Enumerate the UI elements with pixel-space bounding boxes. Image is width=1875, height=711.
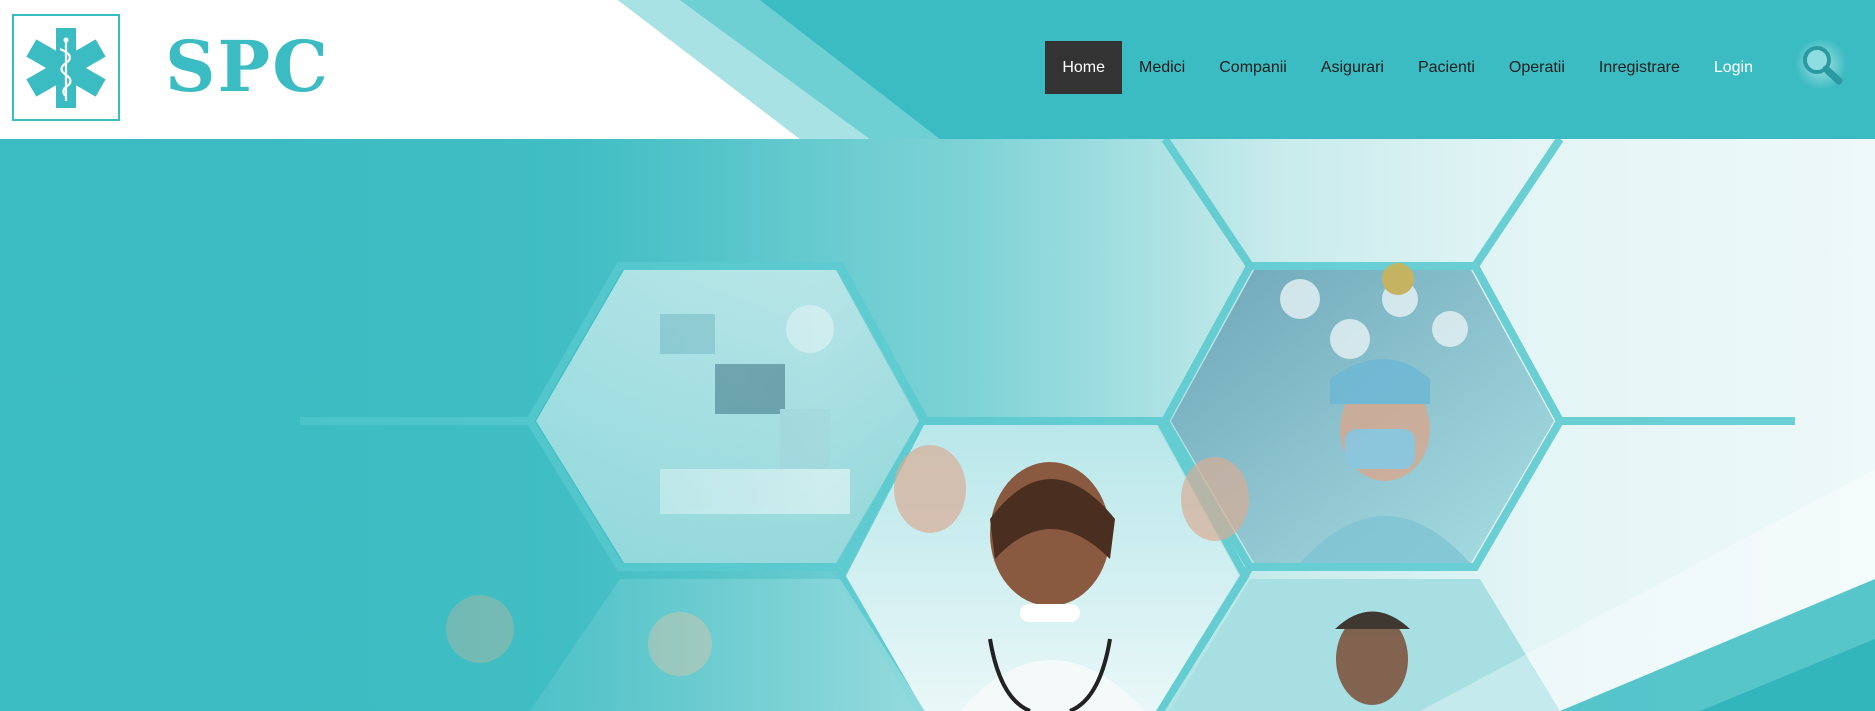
nav-item-asigurari[interactable]: Asigurari (1304, 41, 1401, 94)
nav-item-home[interactable]: Home (1045, 41, 1122, 94)
hero-hexagon-collage (0, 139, 1875, 711)
nav-item-login[interactable]: Login (1697, 41, 1770, 94)
nav-item-pacienti[interactable]: Pacienti (1401, 41, 1492, 94)
brand-name[interactable]: SPC (165, 22, 330, 112)
logo[interactable] (12, 14, 120, 121)
nav-item-medici[interactable]: Medici (1122, 41, 1202, 94)
search-icon (1795, 38, 1847, 90)
main-nav: Home Medici Companii Asigurari Pacienti … (1045, 41, 1770, 94)
nav-item-operatii[interactable]: Operatii (1492, 41, 1582, 94)
hero-banner (0, 139, 1875, 711)
star-of-life-icon (26, 27, 106, 108)
nav-item-inregistrare[interactable]: Inregistrare (1582, 41, 1697, 94)
nav-item-companii[interactable]: Companii (1202, 41, 1304, 94)
search-button[interactable] (1793, 38, 1853, 94)
site-header: SPC Home Medici Companii Asigurari Pacie… (0, 0, 1875, 139)
